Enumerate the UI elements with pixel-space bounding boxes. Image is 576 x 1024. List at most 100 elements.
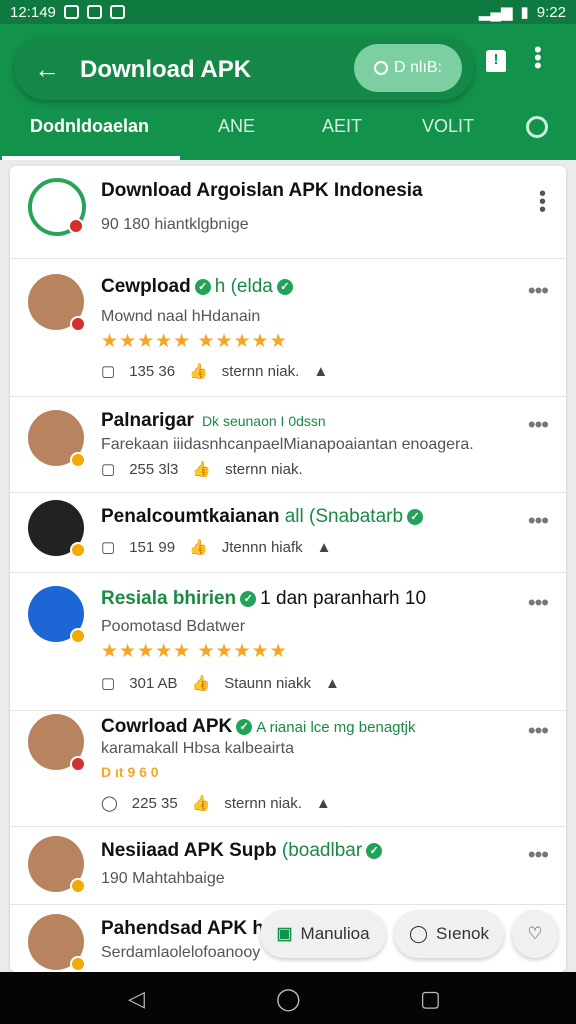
avatar <box>28 500 86 558</box>
like-icon[interactable]: 👍 <box>192 460 211 478</box>
like-icon[interactable]: 👍 <box>189 362 208 380</box>
comment-count: 225 35 <box>131 794 178 812</box>
post-stats: ▢ 151 99 👍 Jtennn hiafk ▲ <box>101 538 332 557</box>
post-stats: ▢ 301 AB 👍 Staunn niakk ▲ <box>101 674 340 693</box>
post-item[interactable]: Cowrload APK ✓ A rianai lce mg benagtjk ka… <box>10 710 566 827</box>
post-item[interactable]: Palnarigar Dk seunaon I 0dssn Farekaan ii… <box>10 396 566 493</box>
comment-icon[interactable]: ▢ <box>101 674 115 692</box>
like-icon[interactable]: 👍 <box>192 674 211 692</box>
post-author: Cewpload ✓ h (elda ✓ <box>101 276 297 298</box>
more-options-icon[interactable]: ••• <box>528 842 549 868</box>
tab-volit[interactable]: VOLIT <box>422 116 474 137</box>
battery-icon: ▮ <box>520 4 529 21</box>
sienok-button[interactable]: ◯ Sıenok <box>394 910 504 958</box>
comment-icon[interactable]: ▢ <box>101 538 115 556</box>
verified-icon: ✓ <box>236 718 253 735</box>
status-right: ▂▄▆ ▮ 9:22 <box>479 3 566 22</box>
tab-download[interactable]: Dodnldoaelan <box>30 116 149 137</box>
comment-icon[interactable]: ▢ <box>101 460 115 478</box>
like-label: Jtennn hiafk <box>221 538 303 556</box>
post-author-suffix: h (elda <box>214 276 273 297</box>
comment-icon[interactable]: ▢ <box>101 362 115 380</box>
rating-stars: ★★★★★ ★★★★★ <box>101 641 288 662</box>
like-label: Staunn niakk <box>224 674 311 692</box>
avatar-badge <box>70 756 86 772</box>
message-square-icon: ▣ <box>276 924 293 943</box>
post-author: Palnarigar Dk seunaon I 0dssn <box>101 410 326 432</box>
share-icon[interactable]: ▲ <box>317 539 332 556</box>
post-author-suffix: Dk seunaon I 0dssn <box>201 413 326 429</box>
manulioa-button-label: Manulioa <box>300 924 370 943</box>
report-icon[interactable]: ! <box>486 50 506 72</box>
more-options-icon[interactable]: ••• <box>528 718 549 744</box>
manulioa-button[interactable]: ▣ Manulioa <box>260 910 386 958</box>
post-author-suffix: (boadlbar <box>281 840 363 861</box>
avatar-badge <box>70 878 86 894</box>
verified-icon: ✓ <box>407 508 424 525</box>
post-author-name: Resiala bhirien <box>101 588 237 609</box>
comment-icon[interactable]: ◯ <box>101 794 118 812</box>
post-list[interactable]: Download Argoislan APK Indonesia 90 180 … <box>10 166 566 972</box>
post-item[interactable]: Resiala bhirien ✓ 1 dan paranharh 10 Poomo… <box>10 572 566 711</box>
gear-icon[interactable] <box>526 116 548 138</box>
tab-ane[interactable]: ANE <box>218 116 255 137</box>
more-options-icon[interactable]: ••• <box>528 590 549 616</box>
post-description: Poomotasd Bdatwer <box>101 618 246 635</box>
comment-count: 135 36 <box>129 362 176 380</box>
post-description: 190 Mahtahbaige <box>101 870 225 887</box>
avatar <box>28 274 86 332</box>
back-arrow-icon[interactable]: ← <box>34 56 60 82</box>
more-options-icon[interactable]: ••• <box>528 412 549 438</box>
post-item[interactable]: Nesiiaad APK Supb (boadlbar ✓ 190 Mahtahb… <box>10 826 566 905</box>
more-options-icon[interactable]: ••• <box>534 39 542 77</box>
heart-outline-icon: ♡ <box>527 924 543 943</box>
post-author: Penalcoumtkaianan all (Snabatarb ✓ <box>101 506 427 528</box>
share-icon[interactable]: ▲ <box>325 675 340 692</box>
sienok-button-label: Sıenok <box>436 924 489 943</box>
more-options-icon[interactable]: ••• <box>528 508 549 534</box>
post-item[interactable]: Penalcoumtkaianan all (Snabatarb ✓ ▢ 151 9… <box>10 492 566 573</box>
post-author-name: Penalcoumtkaianan <box>101 506 280 527</box>
avatar-badge <box>70 542 86 558</box>
avatar-badge <box>70 316 86 332</box>
home-nav-icon[interactable]: ◯ <box>276 986 301 1012</box>
recents-nav-icon[interactable]: ▢ <box>420 986 441 1012</box>
like-label: sternn niak. <box>224 794 302 812</box>
more-options-icon[interactable]: ••• <box>539 184 546 220</box>
search-chip[interactable]: D nlıB: <box>354 44 462 92</box>
active-tab-indicator <box>2 156 180 160</box>
tab-bar: Dodnldoaelan ANE AEIT VOLIT <box>0 108 576 160</box>
post-author-suffix: A rianai lce mg benagtjk <box>256 719 416 736</box>
back-nav-icon[interactable]: ◁ <box>128 986 145 1012</box>
favorite-button[interactable]: ♡ <box>512 910 558 958</box>
status-bar: 12:149 ▂▄▆ ▮ 9:22 <box>0 0 576 24</box>
notification-icon <box>109 5 125 19</box>
post-author: Nesiiaad APK Supb (boadlbar ✓ <box>101 840 386 862</box>
post-item[interactable]: Cewpload ✓ h (elda ✓ Mownd naal hHdanain ★★… <box>10 258 566 397</box>
post-description: Mownd naal hHdanain <box>101 308 261 325</box>
like-icon[interactable]: 👍 <box>189 538 208 556</box>
system-nav-bar: ◁ ◯ ▢ <box>0 972 576 1024</box>
more-options-icon[interactable]: ••• <box>528 278 549 304</box>
post-stats: ▢ 135 36 👍 sternn niak. ▲ <box>101 362 328 381</box>
like-icon[interactable]: 👍 <box>192 794 211 812</box>
avatar <box>28 586 86 644</box>
header-card[interactable]: Download Argoislan APK Indonesia 90 180 … <box>10 166 566 259</box>
avatar <box>28 836 86 894</box>
post-author-suffix: 1 dan paranharh <box>260 588 400 609</box>
post-author-name: Cowrload APK <box>101 716 233 737</box>
comment-count: 255 3l3 <box>129 460 179 478</box>
post-description: Farekaan iiidasnhcanpaelMianapoaiantan e… <box>101 436 474 453</box>
comment-count: 301 AB <box>129 674 178 692</box>
post-stats: ▢ 255 3l3 👍 sternn niak. <box>101 460 303 479</box>
share-icon[interactable]: ▲ <box>316 795 331 812</box>
search-bar[interactable]: ← Download APK D nlıB: <box>14 36 474 100</box>
verified-icon: ✓ <box>276 278 293 295</box>
post-author-name: Nesiiaad APK Supb <box>101 840 277 861</box>
post-author-name: Palnarigar <box>101 410 194 431</box>
share-icon[interactable]: ▲ <box>313 363 328 380</box>
clock-right: 9:22 <box>536 3 566 21</box>
tab-aeit[interactable]: AEIT <box>322 116 362 137</box>
search-chip-label: D nlıB: <box>393 59 442 76</box>
post-author-extra: 10 <box>404 588 427 609</box>
